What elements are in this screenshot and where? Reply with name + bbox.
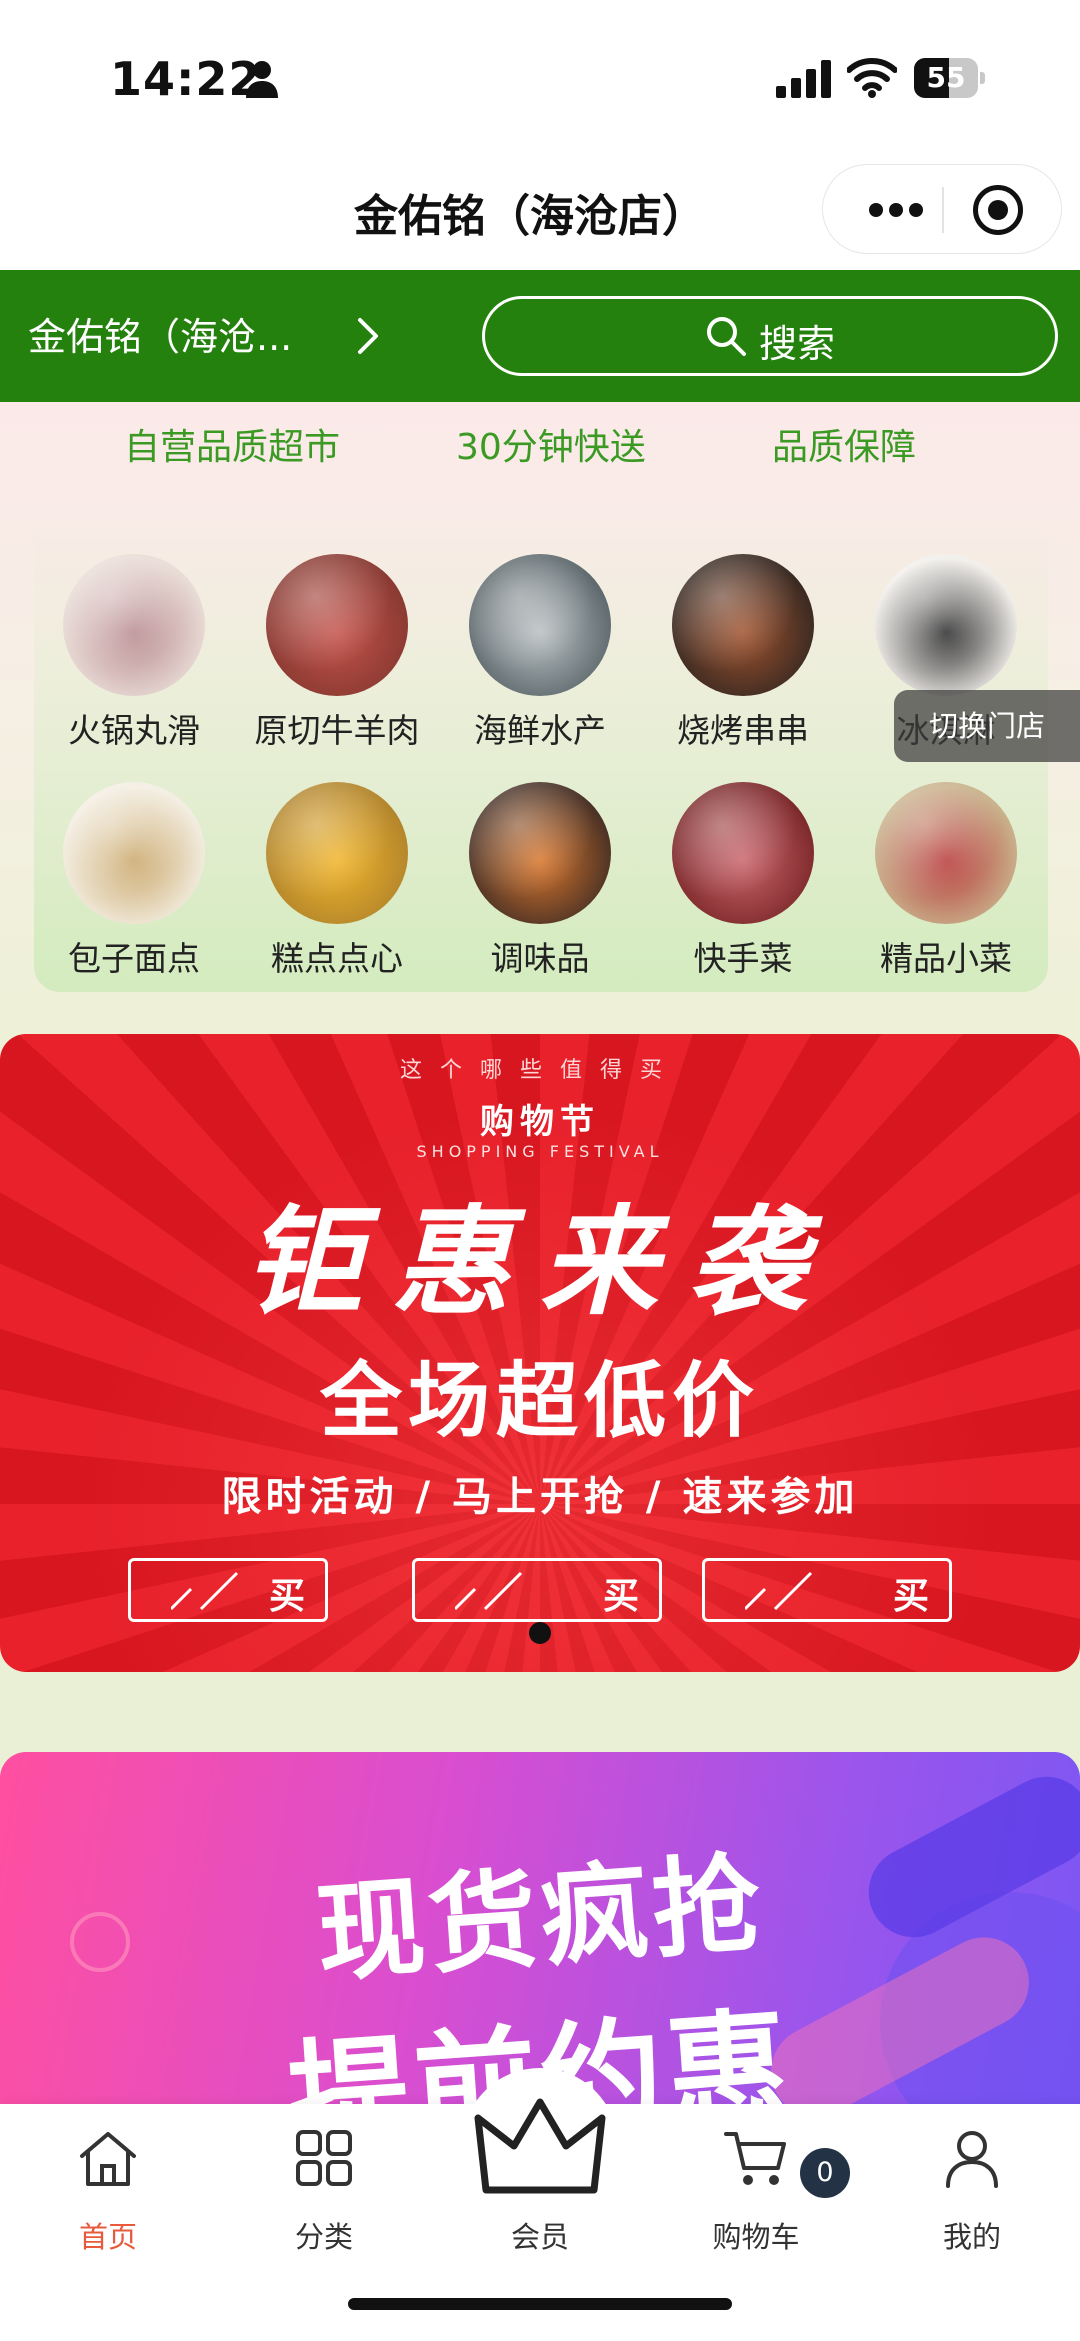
- category-image: [672, 782, 814, 924]
- category-item[interactable]: 糕点点心: [237, 782, 437, 982]
- user-icon: [946, 2131, 998, 2188]
- category-item[interactable]: 海鲜水产: [440, 554, 640, 754]
- category-item[interactable]: 包子面点: [34, 782, 234, 982]
- category-item[interactable]: 调味品: [440, 782, 640, 982]
- status-time: 14:22: [110, 52, 262, 106]
- slash-decoration-icon: [171, 1571, 239, 1611]
- banner-tagline: 限时活动 / 马上开抢 / 速来参加: [221, 1474, 859, 1520]
- crown-icon: [462, 2068, 618, 2212]
- home-indicator: [348, 2298, 732, 2310]
- wifi-icon: [847, 58, 897, 98]
- tab-label: 我的: [942, 2220, 1001, 2254]
- banner-festival-en: SHOPPING FESTIVAL: [416, 1142, 664, 1161]
- category-item[interactable]: 烧烤串串: [643, 554, 843, 754]
- category-item[interactable]: 快手菜: [643, 782, 843, 982]
- category-image: [672, 554, 814, 696]
- category-image: [63, 782, 205, 924]
- banner-festival: 购物节: [480, 1102, 600, 1142]
- banner-buy-button: 买: [412, 1558, 662, 1622]
- store-search-bar: 金佑铭（海沧... 搜索: [0, 270, 1080, 402]
- tab-label: 首页: [78, 2220, 137, 2254]
- category-item[interactable]: 火锅丸滑: [34, 554, 234, 754]
- category-label: 包子面点: [68, 939, 200, 978]
- banner-title: 钜惠来袭: [243, 1192, 836, 1331]
- category-image: [875, 554, 1017, 696]
- tab-mine[interactable]: 我的: [864, 2104, 1080, 2274]
- category-label: 调味品: [490, 939, 590, 978]
- tab-home[interactable]: 首页: [0, 2104, 216, 2274]
- feature-tag: 30分钟快送: [456, 427, 646, 468]
- home-icon: [80, 2132, 136, 2186]
- category-image: [469, 554, 611, 696]
- feature-tag: 品质保障: [772, 427, 917, 468]
- person-icon: [246, 61, 278, 98]
- category-image: [875, 782, 1017, 924]
- cellular-signal-icon: [776, 60, 831, 98]
- category-label: 火锅丸滑: [68, 711, 200, 750]
- category-label: 烧烤串串: [677, 711, 809, 750]
- category-label: 糕点点心: [271, 939, 403, 978]
- category-label: 原切牛羊肉: [254, 711, 420, 750]
- category-image: [63, 554, 205, 696]
- status-bar: 14:22 55: [0, 0, 1080, 150]
- category-label: 海鲜水产: [474, 711, 606, 750]
- carousel-indicator-dot: [529, 1622, 551, 1644]
- switch-store-button[interactable]: 切换门店: [894, 690, 1080, 762]
- category-item[interactable]: 精品小菜: [846, 782, 1046, 982]
- category-image: [266, 782, 408, 924]
- category-label: 快手菜: [693, 939, 793, 978]
- navigation-bar: 金佑铭（海沧店）: [0, 150, 1080, 270]
- category-image: [469, 782, 611, 924]
- feature-tag: 自营品质超市: [124, 427, 341, 468]
- more-options-button[interactable]: [851, 165, 941, 255]
- feature-tags: 自营品质超市 30分钟快送 品质保障: [0, 418, 1080, 478]
- banner-subtitle: 全场超低价: [319, 1354, 760, 1449]
- battery-percentage: 55: [926, 61, 966, 94]
- slash-decoration-icon: [745, 1571, 813, 1611]
- category-item[interactable]: 原切牛羊肉: [237, 554, 437, 754]
- search-input[interactable]: 搜索: [482, 296, 1058, 376]
- category-label: 精品小菜: [880, 939, 1012, 978]
- search-icon: [707, 317, 746, 356]
- banner-top-line: 这个哪些值得买: [399, 1058, 680, 1083]
- chevron-right-icon[interactable]: [352, 314, 384, 358]
- cart-icon: [724, 2132, 786, 2185]
- close-miniprogram-button[interactable]: [973, 185, 1023, 235]
- banner-buy-button: 买: [128, 1558, 328, 1622]
- promo-banner-shopping-festival[interactable]: 这个哪些值得买 购物节 SHOPPING FESTIVAL 钜惠来袭 全场超低价…: [0, 1034, 1080, 1672]
- tab-label: 购物车: [712, 2220, 800, 2254]
- tab-label: 分类: [294, 2220, 353, 2254]
- cart-count-badge: 0: [800, 2148, 850, 2198]
- store-selector[interactable]: 金佑铭（海沧...: [28, 306, 292, 361]
- banner-buy-button: 买: [702, 1558, 952, 1622]
- tab-member[interactable]: 会员: [432, 2068, 648, 2274]
- capsule-menu: [822, 164, 1062, 254]
- tab-category[interactable]: 分类: [216, 2104, 432, 2274]
- grid-icon: [296, 2130, 352, 2186]
- category-image: [266, 554, 408, 696]
- search-label: 搜索: [759, 322, 836, 366]
- battery-indicator: 55: [914, 58, 985, 98]
- slash-decoration-icon: [455, 1571, 523, 1611]
- tab-label: 会员: [510, 2220, 569, 2254]
